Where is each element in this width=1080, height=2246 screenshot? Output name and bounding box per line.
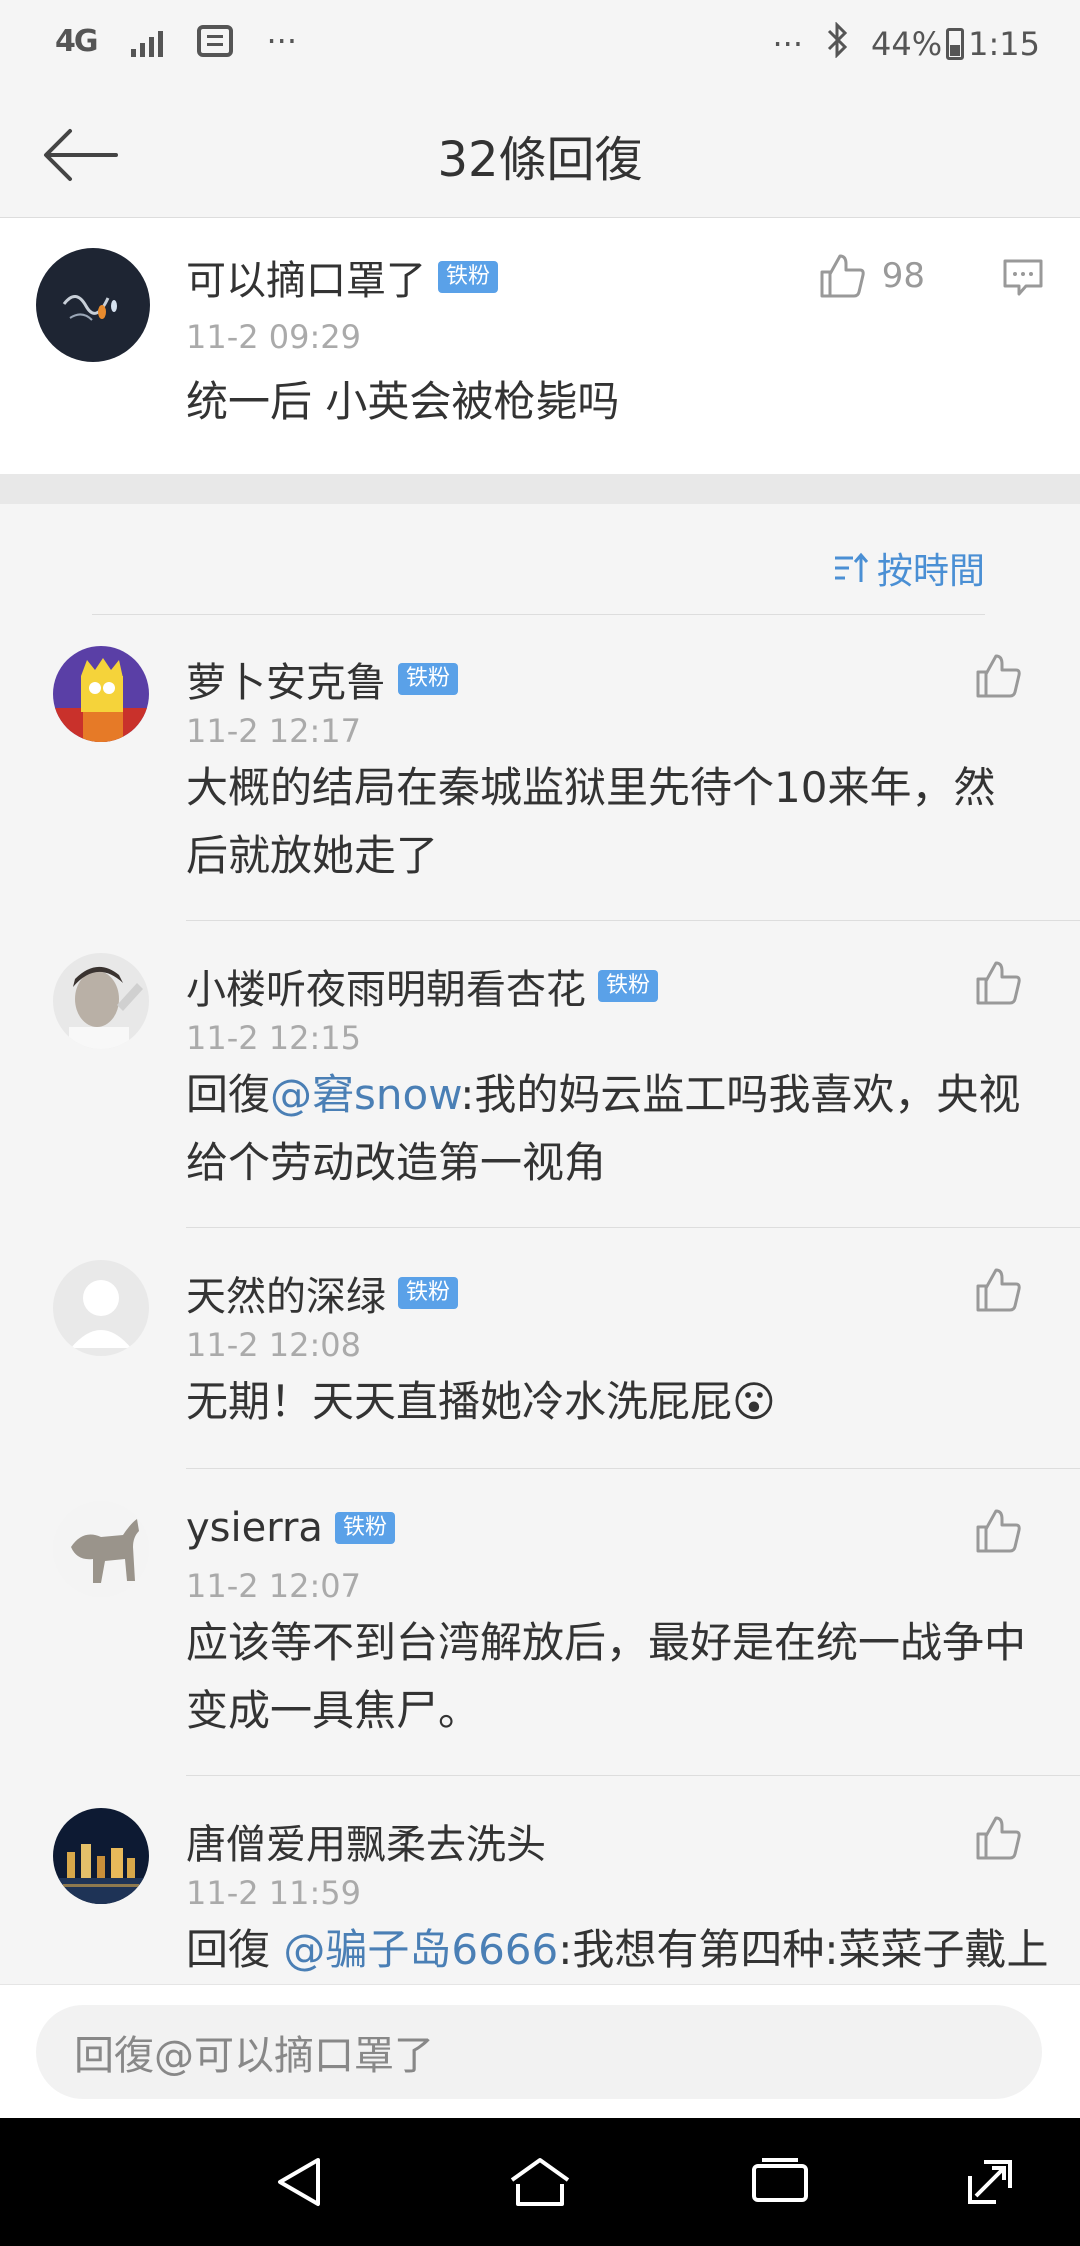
main-comment: 可以摘口罩了 铁粉 11-2 09:29 统一后 小英会被枪毙吗 98 bbox=[0, 218, 1080, 474]
timestamp: 11-2 12:07 bbox=[186, 1567, 362, 1605]
list-item: ysierra 铁粉 11-2 12:07 应该等不到台湾解放后，最好是在统一战… bbox=[0, 1469, 1080, 1775]
like-button[interactable] bbox=[974, 1507, 1022, 1555]
bluetooth-icon bbox=[825, 21, 849, 66]
fan-badge: 铁粉 bbox=[438, 261, 499, 293]
page-title: 32條回復 bbox=[437, 132, 643, 188]
list-item: 天然的深绿 铁粉 11-2 12:08 无期！天天直播她冷水洗屁屁😮 bbox=[0, 1228, 1080, 1468]
reply-input[interactable]: 回復@可以摘口罩了 bbox=[36, 2005, 1042, 2099]
thumbs-up-icon bbox=[976, 1816, 1021, 1860]
timestamp: 11-2 12:15 bbox=[186, 1019, 362, 1057]
reply-text: :我想有第四种:菜菜子戴上 bbox=[558, 1925, 1049, 1974]
sort-icon bbox=[834, 552, 869, 582]
surprised-face-emoji-icon: 😮 bbox=[732, 1377, 776, 1426]
comment-content: 回復@窘snow:我的妈云监工吗我喜欢，央视给个劳动改造第一视角 bbox=[186, 1061, 1036, 1197]
username[interactable]: 可以摘口罩了 bbox=[186, 248, 426, 306]
navigation-bar bbox=[0, 2118, 1080, 2246]
thumbs-up-icon bbox=[976, 1509, 1021, 1553]
timestamp: 11-2 09:29 bbox=[186, 318, 362, 356]
nav-expand-button[interactable] bbox=[958, 2150, 1022, 2214]
fan-badge: 铁粉 bbox=[334, 1512, 395, 1544]
like-button[interactable] bbox=[974, 652, 1022, 700]
like-button[interactable] bbox=[974, 1814, 1022, 1862]
fan-badge: 铁粉 bbox=[598, 970, 659, 1002]
nav-back-button[interactable] bbox=[268, 2150, 332, 2214]
fan-badge: 铁粉 bbox=[398, 1277, 459, 1309]
battery-percent: 44% bbox=[871, 25, 943, 63]
reply-input-bar: 回復@可以摘口罩了 bbox=[0, 1984, 1080, 2118]
avatar[interactable] bbox=[53, 953, 149, 1049]
timestamp: 11-2 12:08 bbox=[186, 1326, 362, 1364]
avatar[interactable] bbox=[53, 646, 149, 742]
reply-prefix: 回復 bbox=[186, 1925, 284, 1974]
signal-icon bbox=[130, 25, 163, 57]
header: 32條回復 bbox=[0, 90, 1080, 218]
list-item: 唐僧爱用飘柔去洗头 11-2 11:59 回復 @骗子岛6666:我想有第四种:… bbox=[0, 1776, 1080, 1984]
thumbs-up-icon bbox=[976, 1268, 1021, 1312]
mention-link[interactable]: @骗子岛6666 bbox=[283, 1925, 558, 1974]
list-item: 萝卜安克鲁 铁粉 11-2 12:17 大概的结局在秦城监狱里先待个10来年，然… bbox=[0, 614, 1080, 920]
reply-text: 无期！天天直播她冷水洗屁屁 bbox=[186, 1377, 733, 1426]
like-button[interactable] bbox=[974, 959, 1022, 1007]
reply-button[interactable] bbox=[1002, 256, 1044, 302]
notification-icon bbox=[196, 25, 233, 57]
like-button[interactable] bbox=[974, 1266, 1022, 1314]
timestamp: 11-2 12:17 bbox=[186, 712, 362, 750]
section-divider bbox=[0, 474, 1080, 504]
nav-home-button[interactable] bbox=[508, 2150, 572, 2214]
avatar[interactable] bbox=[53, 1260, 149, 1356]
reply-prefix: 回復 bbox=[186, 1070, 271, 1119]
nav-recents-button[interactable] bbox=[748, 2150, 812, 2214]
sort-label: 按時間 bbox=[876, 551, 985, 592]
comment-content: 回復 @骗子岛6666:我想有第四种:菜菜子戴上 bbox=[186, 1916, 1049, 1984]
username[interactable]: 小楼听夜雨明朝看杏花 bbox=[186, 957, 586, 1015]
username[interactable]: ysierra bbox=[186, 1505, 323, 1551]
like-count: 98 bbox=[881, 256, 925, 296]
thumbs-up-icon bbox=[976, 961, 1021, 1005]
comment-content: 大概的结局在秦城监狱里先待个10来年，然后就放她走了 bbox=[186, 763, 996, 880]
comment-content: 应该等不到台湾解放后，最好是在统一战争中变成一具焦尸。 bbox=[186, 1618, 1027, 1735]
clock: 1:15 bbox=[968, 25, 1040, 63]
thumbs-up-icon bbox=[976, 654, 1021, 698]
avatar[interactable] bbox=[53, 1501, 149, 1597]
more-notifications-icon: ··· bbox=[266, 22, 298, 60]
triangle-back-icon bbox=[278, 2158, 320, 2206]
comment-content: 统一后 小英会被枪毙吗 bbox=[186, 377, 620, 426]
sort-by-time-button[interactable]: 按時間 bbox=[833, 542, 985, 594]
thumbs-up-icon bbox=[820, 254, 865, 298]
like-button[interactable]: 98 bbox=[818, 252, 925, 300]
status-bar: 4G ··· ··· 44% 1:15 bbox=[0, 0, 1080, 90]
recents-icon bbox=[752, 2158, 808, 2202]
fan-badge: 铁粉 bbox=[398, 663, 459, 695]
username[interactable]: 唐僧爱用飘柔去洗头 bbox=[186, 1812, 546, 1870]
home-icon bbox=[510, 2158, 570, 2206]
network-indicator: 4G bbox=[55, 23, 98, 59]
comment-content: 无期！天天直播她冷水洗屁屁😮 bbox=[186, 1368, 1036, 1436]
comment-icon bbox=[1003, 259, 1043, 296]
expand-icon bbox=[968, 2160, 1012, 2204]
list-item: 小楼听夜雨明朝看杏花 铁粉 11-2 12:15 回復@窘snow:我的妈云监工… bbox=[0, 921, 1080, 1227]
battery-icon bbox=[946, 28, 965, 60]
username[interactable]: 天然的深绿 bbox=[186, 1264, 386, 1322]
timestamp: 11-2 11:59 bbox=[186, 1874, 362, 1912]
username[interactable]: 萝卜安克鲁 bbox=[186, 650, 386, 708]
more-status-icon: ··· bbox=[772, 25, 804, 63]
avatar[interactable] bbox=[36, 248, 150, 362]
mention-link[interactable]: @窘snow bbox=[270, 1070, 460, 1119]
avatar[interactable] bbox=[53, 1808, 149, 1904]
